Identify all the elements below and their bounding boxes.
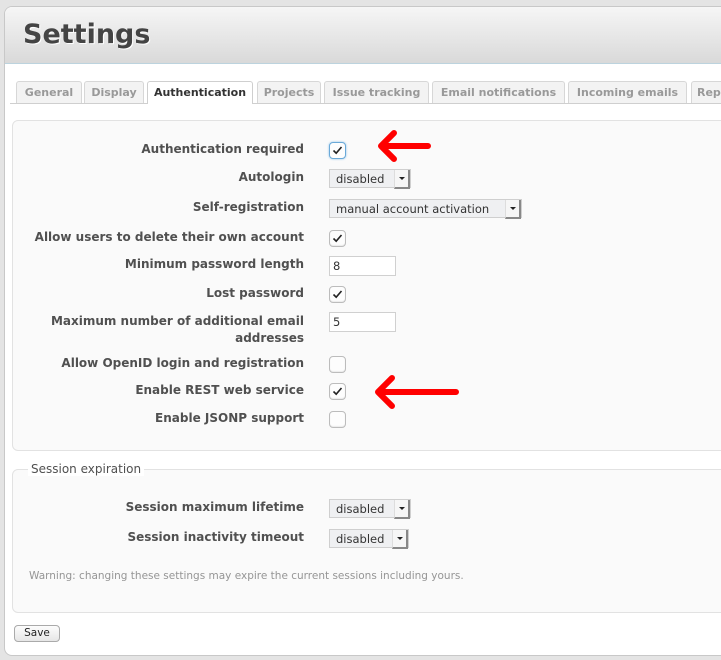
- dropdown-arrow-icon: [392, 530, 408, 549]
- checkmark-icon: [332, 387, 343, 396]
- annotation-arrow-icon: [378, 130, 431, 162]
- max-additional-emails-label-line1: Maximum number of additional email: [50, 314, 304, 328]
- tab-email-notifications[interactable]: Email notifications: [432, 81, 565, 103]
- tab-incoming-emails[interactable]: Incoming emails: [568, 81, 687, 103]
- page-title: Settings: [23, 19, 151, 50]
- jsonp-checkbox[interactable]: [329, 411, 346, 428]
- tab-repositories[interactable]: Rep: [691, 81, 721, 103]
- authentication-required-checkbox[interactable]: [329, 142, 346, 159]
- tab-general[interactable]: General: [16, 81, 82, 103]
- allow-delete-account-label: Allow users to delete their own account: [34, 230, 304, 244]
- dropdown-arrow-icon: [394, 500, 410, 519]
- dropdown-arrow-icon: [505, 200, 521, 219]
- save-button[interactable]: Save: [14, 625, 60, 642]
- tab-display[interactable]: Display: [84, 81, 144, 103]
- max-additional-emails-label-line2: addresses: [235, 331, 304, 345]
- page-header: Settings: [5, 7, 721, 64]
- max-additional-emails-input[interactable]: 5: [329, 312, 396, 332]
- session-max-lifetime-value: disabled: [336, 502, 385, 516]
- checkmark-icon: [332, 146, 343, 155]
- min-password-length-label: Minimum password length: [124, 257, 304, 271]
- rest-api-label: Enable REST web service: [135, 383, 304, 397]
- session-expiration-legend: Session expiration: [28, 462, 145, 476]
- session-max-lifetime-label: Session maximum lifetime: [125, 500, 304, 514]
- allow-delete-account-checkbox[interactable]: [329, 230, 346, 247]
- session-warning-text: Warning: changing these settings may exp…: [29, 570, 464, 582]
- self-registration-value: manual account activation: [336, 202, 490, 216]
- authentication-required-label: Authentication required: [141, 142, 304, 156]
- self-registration-label: Self-registration: [192, 200, 304, 214]
- max-additional-emails-label: Maximum number of additional email addre…: [4, 313, 304, 347]
- session-inactivity-timeout-value: disabled: [336, 532, 385, 546]
- openid-checkbox[interactable]: [329, 356, 346, 373]
- settings-tabs: General Display Authentication Projects …: [10, 75, 721, 104]
- dropdown-arrow-icon: [394, 170, 410, 189]
- checkmark-icon: [332, 290, 343, 299]
- checkmark-icon: [332, 234, 343, 243]
- tab-projects[interactable]: Projects: [257, 81, 321, 103]
- tab-issue-tracking[interactable]: Issue tracking: [324, 81, 429, 103]
- jsonp-label: Enable JSONP support: [155, 411, 304, 425]
- min-password-length-input[interactable]: 8: [329, 256, 396, 276]
- self-registration-select[interactable]: manual account activation: [329, 199, 522, 219]
- lost-password-label: Lost password: [206, 286, 304, 300]
- autologin-value: disabled: [336, 172, 385, 186]
- autologin-label: Autologin: [238, 170, 304, 184]
- openid-label: Allow OpenID login and registration: [61, 356, 304, 370]
- session-inactivity-timeout-label: Session inactivity timeout: [127, 530, 304, 544]
- session-inactivity-timeout-select[interactable]: disabled: [329, 529, 409, 549]
- lost-password-checkbox[interactable]: [329, 286, 346, 303]
- rest-api-checkbox[interactable]: [329, 383, 346, 400]
- annotation-arrow-icon: [375, 375, 459, 409]
- autologin-select[interactable]: disabled: [329, 169, 411, 189]
- tab-authentication[interactable]: Authentication: [147, 81, 253, 104]
- session-max-lifetime-select[interactable]: disabled: [329, 499, 411, 519]
